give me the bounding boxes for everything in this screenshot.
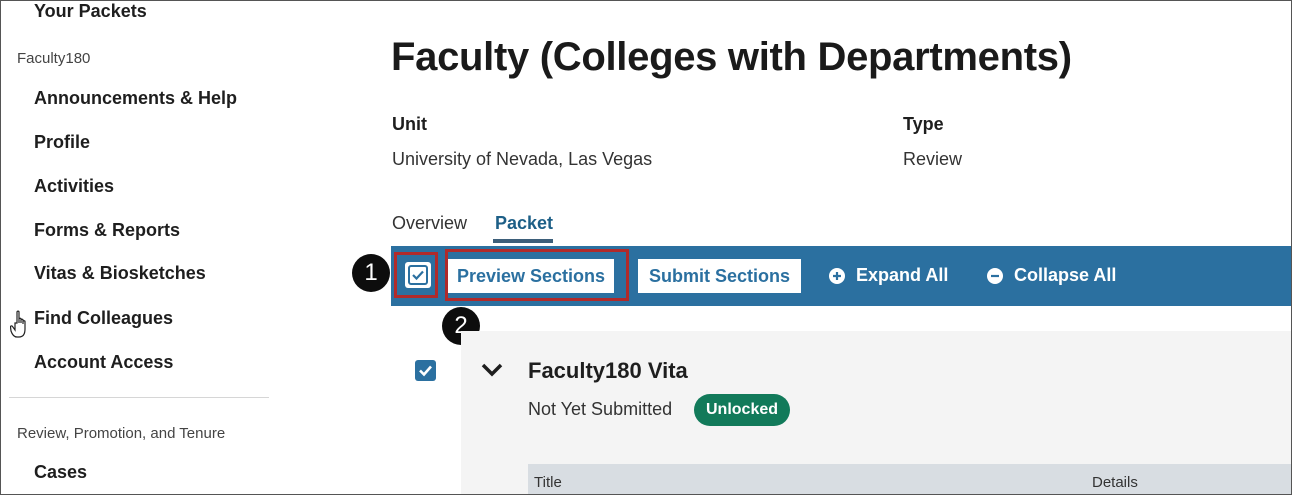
page-title: Faculty (Colleges with Departments) — [391, 35, 1072, 79]
type-label: Type — [903, 114, 944, 134]
sidebar-item-vitas[interactable]: Vitas & Biosketches — [34, 263, 206, 284]
sidebar-item-activities[interactable]: Activities — [34, 176, 114, 197]
sidebar-divider — [9, 397, 269, 398]
checkbox-frame — [408, 265, 428, 285]
select-all-checkbox[interactable] — [405, 262, 431, 288]
checkmark-icon — [419, 365, 432, 377]
sidebar-item-profile[interactable]: Profile — [34, 132, 90, 153]
unit-label: Unit — [392, 114, 427, 134]
status-badge: Unlocked — [694, 394, 791, 426]
sidebar-item-announcements[interactable]: Announcements & Help — [34, 88, 237, 109]
tab-overview[interactable]: Overview — [392, 213, 467, 234]
submit-sections-button[interactable]: Submit Sections — [638, 259, 801, 293]
table-header — [528, 464, 1291, 494]
column-header-details: Details — [1092, 474, 1138, 491]
chevron-down-icon[interactable] — [480, 361, 504, 379]
sidebar-group-faculty180: Faculty180 — [17, 50, 91, 67]
checkmark-icon — [412, 270, 424, 281]
sidebar-item-find-colleagues[interactable]: Find Colleagues — [34, 308, 173, 329]
sidebar-item-account-access[interactable]: Account Access — [34, 352, 173, 373]
sidebar-nav: Your Packets Faculty180 Announcements & … — [1, 1, 301, 494]
expand-all-button[interactable]: Expand All — [828, 265, 948, 286]
sidebar-item-your-packets[interactable]: Your Packets — [34, 1, 147, 22]
unit-value: University of Nevada, Las Vegas — [392, 149, 653, 169]
plus-circle-icon — [829, 267, 845, 284]
sidebar-item-forms-reports[interactable]: Forms & Reports — [34, 220, 180, 241]
section-checkbox[interactable] — [415, 360, 436, 381]
section-title: Faculty180 Vita — [528, 358, 688, 383]
sidebar-group-rpt: Review, Promotion, and Tenure — [17, 425, 226, 442]
minus-circle-icon — [987, 267, 1003, 284]
active-tab-indicator — [493, 239, 553, 243]
hand-cursor-icon — [10, 310, 26, 338]
expand-all-label: Expand All — [856, 265, 949, 285]
column-header-title: Title — [534, 474, 562, 491]
collapse-all-button[interactable]: Collapse All — [986, 265, 1116, 286]
sidebar-item-cases[interactable]: Cases — [34, 462, 87, 483]
step-badge-1: 1 — [352, 254, 390, 292]
app-window: Your Packets Faculty180 Announcements & … — [0, 0, 1292, 495]
type-value: Review — [903, 149, 963, 169]
tab-packet[interactable]: Packet — [495, 213, 553, 234]
collapse-all-label: Collapse All — [1014, 265, 1117, 285]
preview-sections-button[interactable]: Preview Sections — [448, 259, 614, 293]
section-status: Not Yet Submitted — [528, 399, 673, 419]
